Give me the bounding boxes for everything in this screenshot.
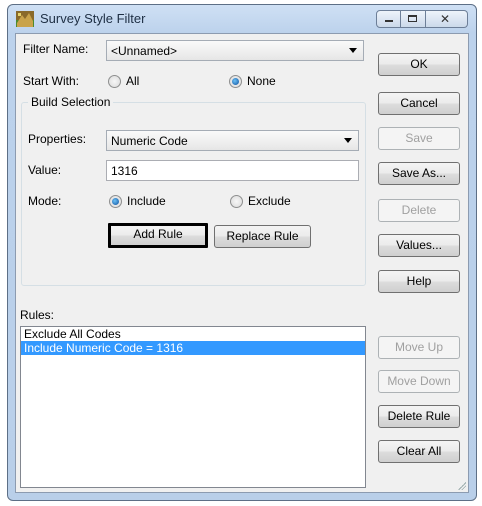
mode-include-radio[interactable]	[109, 195, 122, 208]
save-button[interactable]: Save	[378, 127, 460, 150]
replace-rule-button[interactable]: Replace Rule	[214, 225, 311, 248]
filter-name-label: Filter Name:	[23, 42, 89, 56]
minimize-icon	[385, 20, 393, 22]
rules-list-item-selected[interactable]: Include Numeric Code = 1316	[21, 341, 365, 355]
value-input-text: 1316	[111, 164, 138, 178]
survey-style-filter-window: Survey Style Filter ✕ Filter Name: <Unna…	[7, 4, 477, 501]
close-button[interactable]: ✕	[426, 10, 468, 28]
filter-name-value: <Unnamed>	[111, 44, 178, 58]
properties-label: Properties:	[28, 132, 87, 146]
move-down-button[interactable]: Move Down	[378, 370, 460, 393]
rules-label: Rules:	[20, 308, 55, 322]
add-rule-button[interactable]: Add Rule	[108, 223, 208, 248]
chevron-down-icon	[344, 138, 352, 143]
title-bar[interactable]: Survey Style Filter ✕	[8, 5, 476, 33]
start-with-all-label[interactable]: All	[126, 74, 139, 88]
start-with-none-label[interactable]: None	[247, 74, 276, 88]
resize-grip-icon[interactable]	[456, 480, 466, 490]
survey-style-app-icon	[16, 11, 34, 27]
value-input[interactable]: 1316	[106, 160, 359, 181]
values-button[interactable]: Values...	[378, 234, 460, 257]
build-selection-legend: Build Selection	[28, 95, 114, 109]
clear-all-button[interactable]: Clear All	[378, 440, 460, 463]
delete-button[interactable]: Delete	[378, 199, 460, 222]
mode-include-label[interactable]: Include	[127, 194, 166, 208]
start-with-label: Start With:	[23, 74, 80, 88]
minimize-button[interactable]	[376, 10, 401, 28]
filter-name-dropdown[interactable]: <Unnamed>	[106, 40, 364, 61]
value-label: Value:	[28, 163, 62, 177]
window-title: Survey Style Filter	[40, 11, 146, 26]
maximize-button[interactable]	[401, 10, 426, 28]
properties-value: Numeric Code	[111, 134, 188, 148]
mode-exclude-radio[interactable]	[230, 195, 243, 208]
help-button[interactable]: Help	[378, 270, 460, 293]
rules-list[interactable]: Exclude All Codes Include Numeric Code =…	[20, 326, 366, 488]
close-icon: ✕	[440, 12, 451, 26]
start-with-none-radio[interactable]	[229, 75, 242, 88]
maximize-icon	[408, 15, 417, 22]
delete-rule-button[interactable]: Delete Rule	[378, 405, 460, 428]
mode-label: Mode:	[28, 194, 62, 208]
dialog-body: Filter Name: <Unnamed> Start With: All N…	[15, 33, 469, 493]
rules-list-item[interactable]: Exclude All Codes	[21, 327, 365, 341]
properties-dropdown[interactable]: Numeric Code	[106, 130, 359, 151]
chevron-down-icon	[349, 48, 357, 53]
start-with-all-radio[interactable]	[108, 75, 121, 88]
ok-button[interactable]: OK	[378, 53, 460, 76]
move-up-button[interactable]: Move Up	[378, 336, 460, 359]
save-as-button[interactable]: Save As...	[378, 162, 460, 185]
mode-exclude-label[interactable]: Exclude	[248, 194, 291, 208]
cancel-button[interactable]: Cancel	[378, 92, 460, 115]
